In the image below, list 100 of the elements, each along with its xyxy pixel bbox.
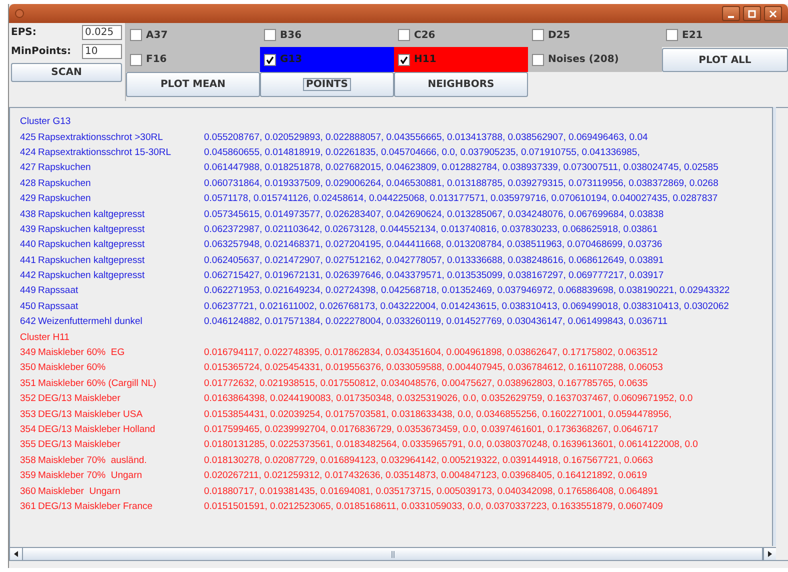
sample-name: DEG/13 Maiskleber Holland xyxy=(38,424,156,435)
sample-values: 0.017599465, 0.0239992704, 0.0176836729, 0.0353673459, 0.0, 0.0397461601, 0.1736368267, 0.0646717 xyxy=(204,424,658,435)
sample-name: Rapsextraktionsschrot >30RL xyxy=(38,132,164,143)
sample-values: 0.01880717, 0.019381435, 0.01694081, 0.035173715, 0.005039173, 0.040342098, 0.176586408, 0.064891 xyxy=(204,486,658,497)
sample-values: 0.0153854431, 0.02039254, 0.0175703581, 0.0318633438, 0.0, 0.0346855256, 0.1602271001, 0.0594478956, xyxy=(204,408,672,420)
checkbox-label: G13 xyxy=(280,54,302,65)
sample-id: 440 xyxy=(20,239,37,250)
sample-name: Maiskleber 70% Ungarn xyxy=(38,470,144,482)
sample-name: DEG/13 Maiskleber France xyxy=(38,500,154,512)
sample-name: DEG/13 Maiskleber xyxy=(38,393,122,404)
sample-name: Maiskleber 60% EG xyxy=(38,347,126,358)
input-field[interactable]: 0.025 xyxy=(82,25,122,40)
checkbox-label: C26 xyxy=(414,30,436,40)
sample-id: 449 xyxy=(20,285,37,296)
minimize-button[interactable] xyxy=(722,6,740,21)
cluster-checkbox[interactable]: B36 xyxy=(260,23,394,47)
close-button[interactable] xyxy=(764,6,782,21)
sample-values: 0.015365724, 0.025454331, 0.019556376, 0.033059588, 0.004407945, 0.036784612, 0.161107288, 0.06053 xyxy=(204,362,663,374)
check-icon xyxy=(400,56,408,64)
checkbox-label: F16 xyxy=(146,54,167,65)
sample-values: 0.055208767, 0.020529893, 0.022888057, 0.043556665, 0.013413788, 0.038562907, 0.069496463, 0.04 xyxy=(204,132,648,143)
action-button[interactable]: POINTS xyxy=(260,72,394,97)
cluster-heading: Cluster H11 xyxy=(20,332,70,343)
left-arrow-icon xyxy=(14,551,18,557)
sample-id: 350 xyxy=(20,362,37,374)
sample-id: 352 xyxy=(20,393,37,404)
check-icon xyxy=(266,56,274,64)
scan-button[interactable]: SCAN xyxy=(11,63,122,82)
cluster-heading: Cluster G13 xyxy=(20,116,71,128)
sample-name: Rapssaat xyxy=(38,285,80,296)
sample-values: 0.062405637, 0.021472907, 0.027512162, 0.042778057, 0.013336688, 0.038248616, 0.068612649, 0.03891 xyxy=(204,254,664,266)
sample-name: Rapskuchen kaltgepresst xyxy=(38,208,146,220)
maximize-button[interactable] xyxy=(743,6,761,21)
sample-id: 351 xyxy=(20,378,37,389)
cluster-checkbox[interactable]: H11 xyxy=(394,47,528,72)
sample-values: 0.060731864, 0.019337509, 0.029006264, 0.046530881, 0.013188785, 0.039279315, 0.073119956, 0.038372869, 0.0268 xyxy=(204,178,718,189)
sample-values: 0.0163864398, 0.0244190083, 0.017350348, 0.0325319026, 0.0, 0.0352629759, 0.1637037467, 0.0609671952, 0.0 xyxy=(204,393,693,404)
sample-name: Weizenfuttermehl dunkel xyxy=(38,316,144,328)
sample-values: 0.06237721, 0.021611002, 0.026768173, 0.043222004, 0.014243615, 0.038310413, 0.069499018, 0.038310413, 0.0302062 xyxy=(204,300,729,312)
right-arrow-icon xyxy=(768,551,772,557)
cluster-checkbox[interactable]: Noises (208) xyxy=(528,47,662,72)
sample-name: Rapskuchen kaltgepresst xyxy=(38,254,146,266)
sample-name: Rapskuchen kaltgepresst xyxy=(38,239,146,250)
checkbox-label: Noises (208) xyxy=(548,54,619,65)
sample-values: 0.062372987, 0.021103642, 0.02673128, 0.044552134, 0.013740816, 0.037830233, 0.068625918, 0.03861 xyxy=(204,224,658,235)
sample-id: 442 xyxy=(20,270,37,282)
sample-id: 450 xyxy=(20,300,37,312)
sample-id: 424 xyxy=(20,146,37,158)
sample-values: 0.061447988, 0.018251878, 0.027682015, 0.04623809, 0.012882784, 0.038937339, 0.073007511, 0.038024745, 0.02585 xyxy=(204,162,718,174)
window-menu-icon[interactable] xyxy=(15,9,24,18)
sample-id: 425 xyxy=(20,132,37,143)
parameter-label: EPS: xyxy=(11,27,36,38)
action-button[interactable]: PLOT MEAN xyxy=(126,72,260,97)
sample-id: 427 xyxy=(20,162,37,174)
sample-values: 0.062715427, 0.019672131, 0.026397646, 0.043379571, 0.013535099, 0.038167297, 0.069777217, 0.03917 xyxy=(204,270,664,282)
sample-name: Rapskuchen kaltgepresst xyxy=(38,270,146,282)
sample-name: Rapskuchen xyxy=(38,193,92,204)
sample-id: 360 xyxy=(20,486,37,497)
sample-id: 439 xyxy=(20,224,37,235)
sample-values: 0.018130278, 0.02087729, 0.016894123, 0.032964142, 0.005219322, 0.039144918, 0.167567721, 0.0663 xyxy=(204,454,654,466)
cluster-checkbox[interactable]: E21 xyxy=(662,23,788,47)
sample-name: Maiskleber Ungarn xyxy=(38,486,122,497)
sample-id: 349 xyxy=(20,347,37,358)
sample-name: Rapskuchen xyxy=(38,162,92,174)
sample-name: Maiskleber 60% (Cargill NL) xyxy=(38,378,158,389)
checkbox-label: D25 xyxy=(548,30,570,40)
sample-id: 361 xyxy=(20,500,37,512)
checkbox-label: B36 xyxy=(280,30,302,40)
vertical-scrollbar[interactable] xyxy=(772,107,776,546)
sample-name: Rapsextraktionsschrot 15-30RL xyxy=(38,146,172,158)
sample-id: 429 xyxy=(20,193,37,204)
checkbox-label: E21 xyxy=(682,30,703,40)
sample-values: 0.0571178, 0.015741126, 0.02458614, 0.044225068, 0.013177571, 0.035979716, 0.070610194, 0.040027435, 0.0287837 xyxy=(204,193,718,204)
sample-values: 0.0180131285, 0.0225373561, 0.0183482564, 0.0335965791, 0.0, 0.0380370248, 0.1639613601, 0.0614122008, 0.0 xyxy=(204,439,698,450)
sample-id: 359 xyxy=(20,470,37,482)
cluster-checkbox[interactable]: A37 xyxy=(126,23,260,47)
plot-all-button[interactable]: PLOT ALL xyxy=(662,48,788,72)
cluster-checkbox[interactable]: C26 xyxy=(394,23,528,47)
close-icon xyxy=(769,10,777,18)
sample-values: 0.063257948, 0.021468371, 0.027204195, 0.044411668, 0.013208784, 0.038511963, 0.070468699, 0.03736 xyxy=(204,239,662,250)
sample-name: DEG/13 Maiskleber xyxy=(38,439,122,450)
sample-id: 642 xyxy=(20,316,37,328)
sample-values: 0.016794117, 0.022748395, 0.017862834, 0.034351604, 0.004961898, 0.03862647, 0.17175802, 0.063512 xyxy=(204,347,658,358)
sample-id: 353 xyxy=(20,408,37,420)
sample-id: 358 xyxy=(20,454,37,466)
cluster-checkbox[interactable]: F16 xyxy=(126,47,260,72)
sample-id: 441 xyxy=(20,254,37,266)
sample-id: 354 xyxy=(20,424,37,435)
sample-values: 0.01772632, 0.021938515, 0.017550812, 0.034048576, 0.00475627, 0.038962803, 0.167785765, 0.0635 xyxy=(204,378,648,389)
sample-values: 0.057345615, 0.014973577, 0.026283407, 0.042690624, 0.013285067, 0.034248076, 0.067699684, 0.03838 xyxy=(204,208,664,220)
input-field[interactable]: 10 xyxy=(82,44,122,59)
action-button[interactable]: NEIGHBORS xyxy=(394,72,528,97)
maximize-icon xyxy=(748,10,756,18)
sample-name: Maiskleber 70% ausländ. xyxy=(38,454,148,466)
cluster-checkbox[interactable]: D25 xyxy=(528,23,662,47)
sample-name: Maiskleber 60% xyxy=(38,362,107,374)
sample-values: 0.020267211, 0.021259312, 0.017432636, 0.03514873, 0.004847123, 0.03968405, 0.164121892, 0.0619 xyxy=(204,470,648,482)
sample-id: 428 xyxy=(20,178,37,189)
sample-name: Rapssaat xyxy=(38,300,80,312)
sample-name: Rapskuchen kaltgepresst xyxy=(38,224,146,235)
